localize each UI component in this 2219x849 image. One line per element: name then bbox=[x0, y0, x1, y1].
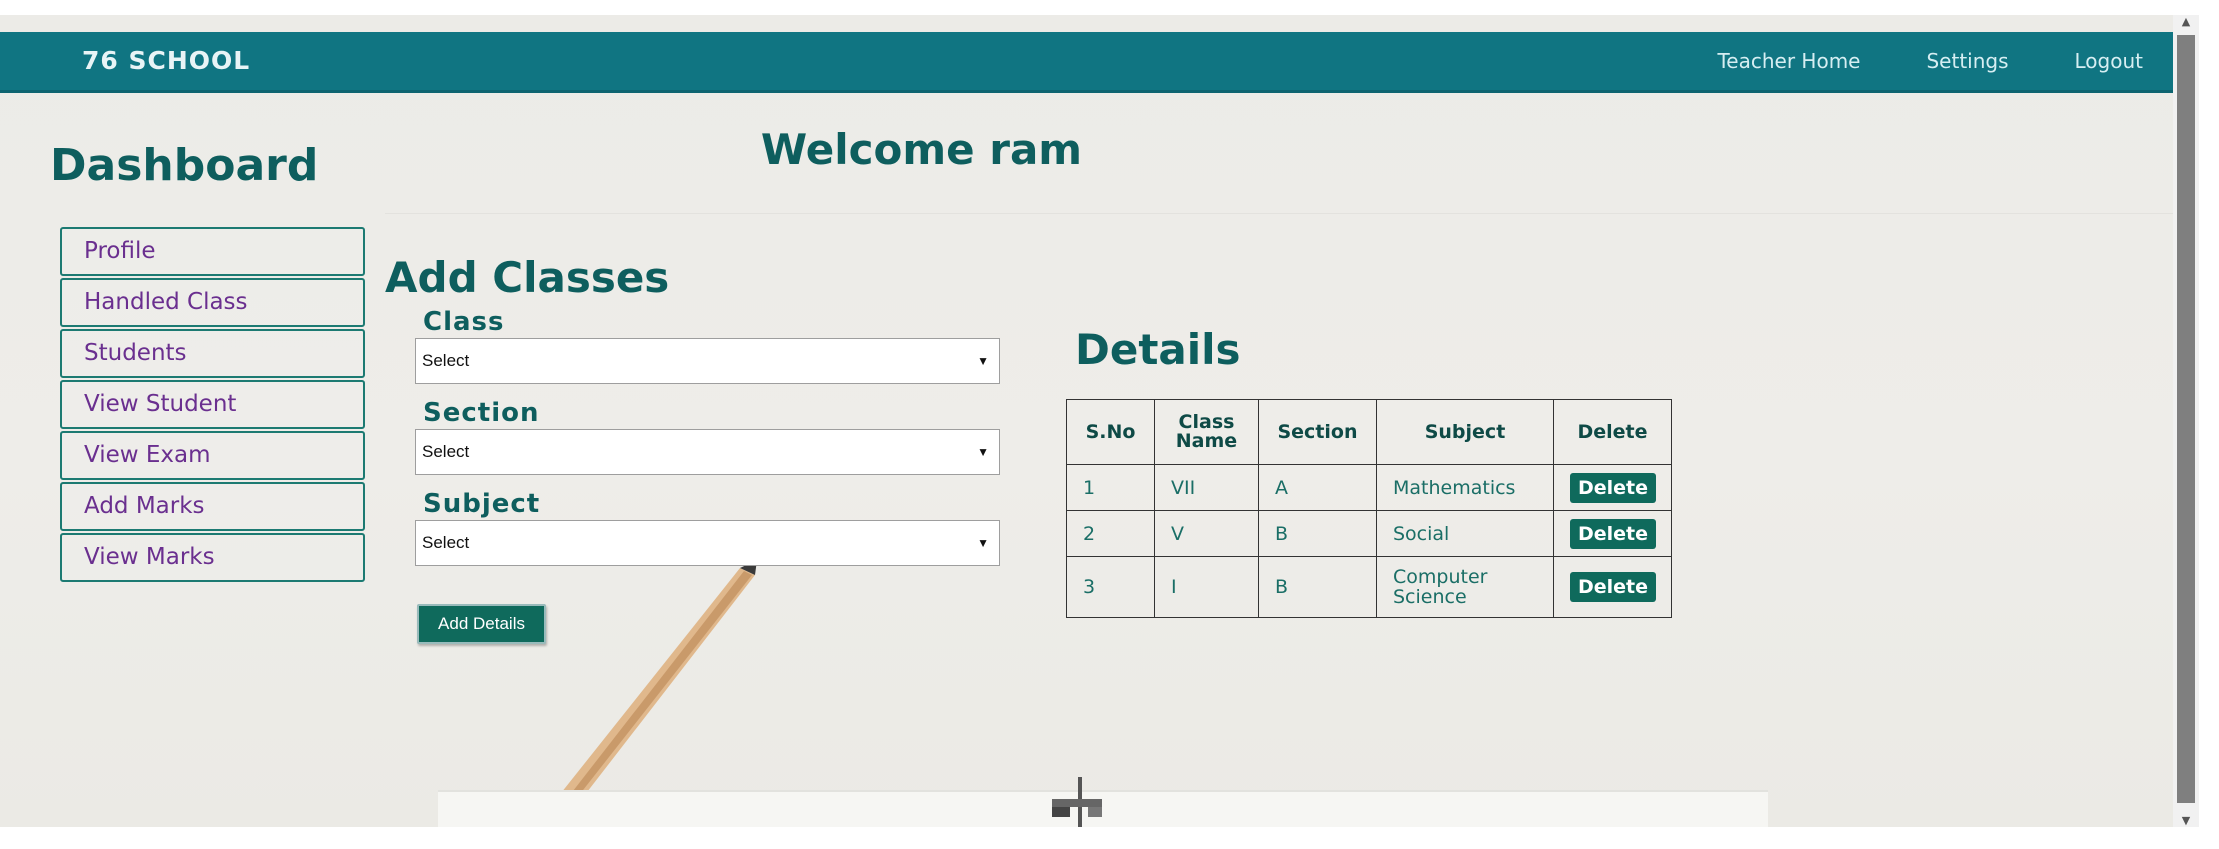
cell-class: I bbox=[1154, 556, 1259, 618]
nav-teacher-home[interactable]: Teacher Home bbox=[1717, 32, 1860, 90]
details-table: S.No Class Name Section Subject Delete 1… bbox=[1066, 399, 1672, 618]
cell-subject: Social bbox=[1376, 510, 1554, 557]
section-label: Section bbox=[423, 398, 540, 428]
column-header: Section bbox=[1258, 399, 1377, 465]
class-select-value: Select bbox=[422, 351, 470, 370]
page-background: 76 SCHOOL Teacher Home Settings Logout D… bbox=[0, 15, 2173, 827]
cell-delete: Delete bbox=[1553, 464, 1672, 511]
welcome-text: Welcome ram bbox=[760, 125, 1083, 174]
column-header: S.No bbox=[1066, 399, 1155, 465]
cell-section: B bbox=[1258, 556, 1377, 618]
sidebar-item-profile[interactable]: Profile bbox=[60, 227, 365, 276]
cell-delete: Delete bbox=[1553, 556, 1672, 618]
sidebar: Profile Handled Class Students View Stud… bbox=[60, 227, 365, 584]
sidebar-item-view-marks[interactable]: View Marks bbox=[60, 533, 365, 582]
table-header-row: S.No Class Name Section Subject Delete bbox=[1066, 399, 1672, 465]
sidebar-item-view-exam[interactable]: View Exam bbox=[60, 431, 365, 480]
sidebar-item-add-marks[interactable]: Add Marks bbox=[60, 482, 365, 531]
cell-subject: Computer Science bbox=[1376, 556, 1554, 618]
class-select[interactable]: Select ▼ bbox=[415, 338, 1000, 384]
delete-button[interactable]: Delete bbox=[1570, 518, 1657, 549]
sidebar-item-handled-class[interactable]: Handled Class bbox=[60, 278, 365, 327]
subject-label: Subject bbox=[423, 489, 541, 519]
cell-class: VII bbox=[1154, 464, 1259, 511]
binder-clip-image bbox=[1052, 777, 1102, 827]
details-title: Details bbox=[1075, 325, 1241, 374]
cell-delete: Delete bbox=[1553, 510, 1672, 557]
welcome-heading: Welcome ram bbox=[0, 125, 2173, 174]
scroll-up-arrow-icon[interactable]: ▲ bbox=[2173, 15, 2199, 28]
delete-button[interactable]: Delete bbox=[1570, 472, 1657, 503]
top-navbar: 76 SCHOOL Teacher Home Settings Logout bbox=[0, 32, 2173, 93]
table-row: 2 V B Social Delete bbox=[1066, 510, 1672, 557]
vertical-scrollbar[interactable]: ▲ ▼ bbox=[2173, 15, 2199, 827]
cell-class: V bbox=[1154, 510, 1259, 557]
subject-select[interactable]: Select ▼ bbox=[415, 520, 1000, 566]
sidebar-item-view-student[interactable]: View Student bbox=[60, 380, 365, 429]
scrollbar-thumb[interactable] bbox=[2177, 35, 2195, 803]
cell-sno: 2 bbox=[1066, 510, 1155, 557]
subject-select-value: Select bbox=[422, 533, 470, 552]
column-header: Subject bbox=[1376, 399, 1554, 465]
add-classes-title: Add Classes bbox=[385, 253, 670, 302]
cell-subject: Mathematics bbox=[1376, 464, 1554, 511]
sidebar-item-students[interactable]: Students bbox=[60, 329, 365, 378]
brand-logo[interactable]: 76 SCHOOL bbox=[82, 32, 250, 90]
table-row: 3 I B Computer Science Delete bbox=[1066, 556, 1672, 618]
nav-links: Teacher Home Settings Logout bbox=[1717, 32, 2143, 90]
section-select[interactable]: Select ▼ bbox=[415, 429, 1000, 475]
nav-logout[interactable]: Logout bbox=[2075, 32, 2143, 90]
column-header: Class Name bbox=[1154, 399, 1259, 465]
table-row: 1 VII A Mathematics Delete bbox=[1066, 464, 1672, 511]
class-label: Class bbox=[423, 307, 505, 337]
delete-button[interactable]: Delete bbox=[1570, 572, 1657, 602]
cell-sno: 3 bbox=[1066, 556, 1155, 618]
chevron-down-icon: ▼ bbox=[977, 354, 989, 368]
add-details-button[interactable]: Add Details bbox=[417, 604, 546, 644]
column-header: Delete bbox=[1553, 399, 1672, 465]
chevron-down-icon: ▼ bbox=[977, 445, 989, 459]
cell-sno: 1 bbox=[1066, 464, 1155, 511]
chevron-down-icon: ▼ bbox=[977, 536, 989, 550]
section-select-value: Select bbox=[422, 442, 470, 461]
cell-section: A bbox=[1258, 464, 1377, 511]
divider bbox=[385, 213, 2173, 214]
scroll-down-arrow-icon[interactable]: ▼ bbox=[2173, 814, 2199, 827]
nav-settings[interactable]: Settings bbox=[1926, 32, 2008, 90]
cell-section: B bbox=[1258, 510, 1377, 557]
